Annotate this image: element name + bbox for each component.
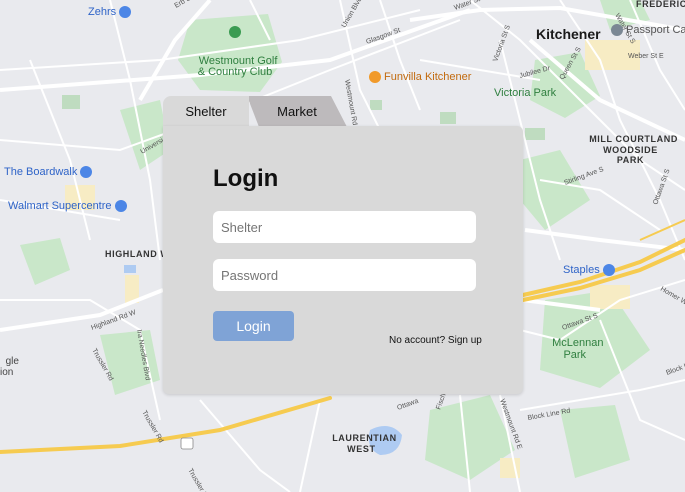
password-input[interactable]: [213, 259, 476, 291]
map-label-gle: gle ion: [0, 345, 19, 378]
map-label-funvilla[interactable]: Funvilla Kitchener: [366, 71, 471, 83]
svg-text:Weber St E: Weber St E: [628, 53, 664, 60]
government-pin-icon: [611, 24, 623, 36]
laurentian-label: LAURENTIAN WEST: [332, 432, 397, 454]
map-label-laurentian: LAURENTIAN WEST: [326, 422, 397, 454]
tab-shelter[interactable]: Shelter: [163, 96, 249, 127]
shopping-pin-icon: [80, 166, 93, 178]
mill-courtland-label: MILL COURTLAND WOODSIDE PARK: [589, 133, 678, 166]
map-label-westmount[interactable]: Westmount Golf & Country Club: [190, 44, 280, 79]
tab-shelter-label: Shelter: [185, 104, 227, 119]
golf-pin-icon[interactable]: [229, 26, 241, 38]
entertainment-pin-icon: [369, 71, 381, 83]
shopping-pin-icon: [602, 264, 615, 276]
login-button[interactable]: Login: [213, 311, 294, 341]
tab-market[interactable]: Market: [247, 96, 347, 127]
westmount-label: Westmount Golf & Country Club: [197, 54, 278, 79]
login-card: Login Login No account? Sign up: [163, 126, 523, 394]
funvilla-label: Funvilla Kitchener: [384, 70, 472, 83]
zehrs-label: Zehrs: [88, 5, 117, 18]
passport-label: Passport Cana: [626, 23, 685, 36]
boardwalk-label: The Boardwalk: [4, 165, 78, 178]
map-label-frederick: FREDERICK: [636, 0, 685, 9]
login-panel: Market Shelter Login Login No account? S…: [163, 96, 523, 394]
login-title: Login: [213, 165, 279, 192]
gle-label: gle ion: [0, 356, 19, 378]
shopping-pin-icon: [119, 6, 132, 18]
tab-market-label: Market: [277, 104, 317, 119]
frederick-label: FREDERICK: [636, 0, 685, 9]
map-label-staples[interactable]: Staples: [563, 264, 618, 276]
shelter-input[interactable]: [213, 211, 476, 243]
walmart-label: Walmart Supercentre: [8, 199, 112, 212]
map-label-mill-courtland: MILL COURTLAND WOODSIDE PARK: [583, 123, 678, 166]
map-label-mclennan[interactable]: McLennan Park: [546, 325, 604, 362]
map-label-zehrs[interactable]: Zehrs: [88, 6, 134, 18]
map-label-passport[interactable]: Passport Cana: [608, 24, 685, 36]
kitchener-label: Kitchener: [536, 26, 601, 42]
staples-label: Staples: [563, 263, 600, 276]
map-label-boardwalk[interactable]: The Boardwalk: [4, 166, 95, 178]
mclennan-label: McLennan Park: [552, 337, 604, 362]
signup-link[interactable]: No account? Sign up: [389, 335, 482, 346]
shopping-pin-icon: [114, 200, 127, 212]
map-label-kitchener[interactable]: Kitchener: [536, 27, 601, 41]
map-label-walmart[interactable]: Walmart Supercentre: [8, 200, 130, 212]
